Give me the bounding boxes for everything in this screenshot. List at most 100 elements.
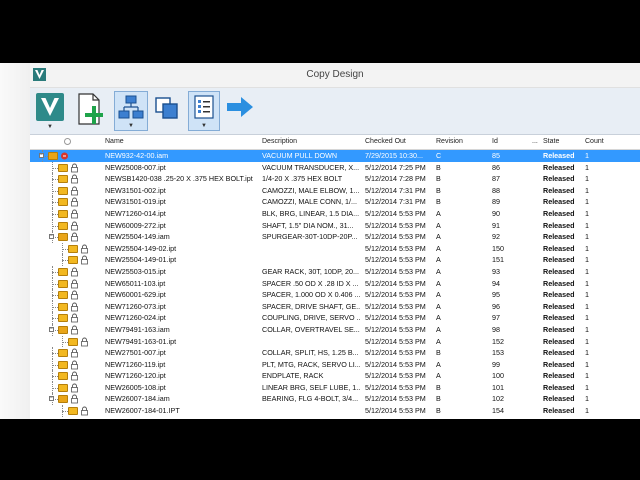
table-row[interactable]: NEW25503-015.ipt GEAR RACK, 30T, 10DP, 20… <box>30 265 640 278</box>
column-header-description[interactable]: Description <box>262 138 297 145</box>
file-revision: B <box>436 197 441 207</box>
file-id: 87 <box>492 174 500 184</box>
column-header-id[interactable]: Id <box>492 138 498 145</box>
table-row[interactable]: NEW26007-184-01.IPT 5/12/2014 5:53 PM B 154… <box>30 405 640 417</box>
file-name: NEW60009-272.ipt <box>105 220 166 230</box>
collapse-toggle[interactable]: − <box>39 153 44 158</box>
file-description: COLLAR, SPLIT, HS, 1.25 B... <box>262 348 359 358</box>
table-row[interactable]: NEW60001-629.ipt SPACER, 1.000 OD X 0.406… <box>30 289 640 301</box>
checked-out-date: 5/12/2014 5:53 PM <box>365 336 426 346</box>
table-row[interactable]: NEW71260-119.ipt PLT, MTG, RACK, SERVO LI… <box>30 358 640 371</box>
lock-icon <box>81 337 88 346</box>
structure-view-button[interactable]: ▼ <box>114 91 148 131</box>
table-row[interactable]: NEW71260-014.ipt BLK, BRG, LINEAR, 1.5 DI… <box>30 207 640 220</box>
tree-structure-icon <box>118 95 144 119</box>
collapse-toggle[interactable]: − <box>49 396 54 402</box>
file-state: Released <box>543 185 575 195</box>
toolbar: ▼ ▼ ▼ <box>30 88 640 135</box>
table-row[interactable]: NEW25008-007.ipt VACUUM TRANSDUCER, X... 5… <box>30 161 640 174</box>
column-header-more[interactable]: ... <box>532 138 538 145</box>
assembly-file-icon <box>58 395 68 404</box>
table-row[interactable]: NEW25504-149-01.ipt 5/12/2014 5:53 PM A 151… <box>30 254 640 266</box>
lock-icon <box>71 371 78 381</box>
file-name: NEW71260-073.ipt <box>105 301 166 311</box>
lock-icon <box>81 406 88 416</box>
table-row[interactable]: NEW25504-149-02.ipt 5/12/2014 5:53 PM A 150… <box>30 242 640 255</box>
file-name: NEW71260-119.ipt <box>105 359 166 369</box>
table-row[interactable]: NEW60009-272.ipt SHAFT, 1.5" DIA NOM., 31… <box>30 219 640 232</box>
part-file-icon <box>58 175 68 184</box>
list-options-button[interactable]: ▼ <box>188 91 220 131</box>
part-file-icon <box>58 186 68 195</box>
column-header-revision[interactable]: Revision <box>436 138 463 145</box>
file-revision: A <box>436 336 441 346</box>
column-header-count[interactable]: Count <box>585 138 604 145</box>
part-file-icon <box>58 291 68 300</box>
table-row[interactable]: − NEW932-42-00.iam VACUUM PULL DOWN 7/29/20… <box>30 150 640 162</box>
checked-out-date: 5/12/2014 7:28 PM <box>365 174 426 184</box>
lock-icon <box>71 174 78 184</box>
chevron-down-icon[interactable]: ▼ <box>47 124 53 130</box>
file-revision: A <box>436 313 441 323</box>
chevron-down-icon[interactable]: ▼ <box>201 123 207 129</box>
checked-out-date: 5/12/2014 5:53 PM <box>365 324 426 334</box>
file-description: SPACER, 1.000 OD X 0.406 ... <box>262 290 360 300</box>
file-revision: A <box>436 324 441 334</box>
file-revision: B <box>436 382 441 392</box>
column-header-state[interactable]: State <box>543 138 559 145</box>
lock-icon <box>71 383 78 393</box>
lock-icon <box>71 348 78 358</box>
file-description: SPACER, DRIVE SHAFT, GE... <box>262 301 360 311</box>
column-header-name[interactable]: Name <box>105 138 124 145</box>
grid-header: Name Description Checked Out Revision Id… <box>30 135 640 150</box>
chevron-down-icon[interactable]: ▼ <box>128 123 134 129</box>
table-row[interactable]: NEW65011-103.ipt SPACER .50 OD X .28 ID X… <box>30 277 640 290</box>
table-row[interactable]: NEW31501-002.ipt CAMOZZI, MALE ELBOW, 1..… <box>30 184 640 197</box>
file-count: 1 <box>585 324 589 334</box>
next-button[interactable] <box>224 91 256 131</box>
table-row[interactable]: NEWSB1420-038 .25-20 X .375 HEX BOLT.ipt… <box>30 173 640 185</box>
table-row[interactable]: − NEW25504-149.iam SPURGEAR-30T-10DP-20P..… <box>30 231 640 243</box>
file-id: 150 <box>492 243 504 253</box>
file-id: 92 <box>492 232 500 242</box>
file-count: 1 <box>585 151 589 160</box>
collapse-toggle[interactable]: − <box>49 326 54 332</box>
table-row[interactable]: NEW27501-007.ipt COLLAR, SPLIT, HS, 1.25 … <box>30 347 640 359</box>
file-state: Released <box>543 266 575 276</box>
file-count: 1 <box>585 301 589 311</box>
table-row[interactable]: NEW71260-120.ipt ENDPLATE, RACK 5/12/2014 … <box>30 370 640 382</box>
table-row[interactable]: NEW26005-108.ipt LINEAR BRG, SELF LUBE, 1… <box>30 381 640 394</box>
file-count: 1 <box>585 243 589 253</box>
collapse-toggle[interactable]: − <box>49 234 54 240</box>
table-row[interactable]: NEW79491-163-01.ipt 5/12/2014 5:53 PM A 152… <box>30 335 640 348</box>
left-window-edge <box>0 63 30 419</box>
file-revision: A <box>436 208 441 218</box>
table-row[interactable]: NEW71260-073.ipt SPACER, DRIVE SHAFT, GE.… <box>30 300 640 313</box>
lock-icon <box>71 163 78 172</box>
table-row[interactable]: NEW71260-024.ipt COUPLING, DRIVE, SERVO .… <box>30 312 640 324</box>
window-title: Copy Design <box>306 69 364 80</box>
lock-icon <box>81 244 88 254</box>
file-id: 94 <box>492 278 500 288</box>
checked-out-date: 5/12/2014 5:53 PM <box>365 243 426 253</box>
arrow-right-icon <box>227 97 253 117</box>
file-revision: A <box>436 255 441 265</box>
title-bar[interactable]: Copy Design <box>30 63 640 88</box>
file-revision: A <box>436 278 441 288</box>
file-count: 1 <box>585 394 589 404</box>
file-description: LINEAR BRG, SELF LUBE, 1... <box>262 382 360 392</box>
select-all-radio[interactable] <box>64 138 71 145</box>
table-row[interactable]: NEW31501-019.ipt CAMOZZI, MALE CONN, 1/..… <box>30 196 640 208</box>
checked-out-date: 7/29/2015 10:30... <box>365 151 423 160</box>
table-row[interactable]: − NEW26007-184.iam BEARING, FLG 4-BOLT, 3/… <box>30 393 640 406</box>
vault-menu-button[interactable]: ▼ <box>34 91 66 131</box>
column-header-checked-out[interactable]: Checked Out <box>365 138 406 145</box>
add-files-button[interactable] <box>74 91 108 131</box>
file-name: NEW60001-629.ipt <box>105 290 166 300</box>
copy-view-button[interactable] <box>152 91 182 131</box>
part-file-icon <box>58 383 68 392</box>
lock-icon <box>81 255 88 265</box>
table-row[interactable]: − NEW79491-163.iam COLLAR, OVERTRAVEL SE..… <box>30 323 640 336</box>
file-id: 93 <box>492 266 500 276</box>
file-count: 1 <box>585 208 589 218</box>
